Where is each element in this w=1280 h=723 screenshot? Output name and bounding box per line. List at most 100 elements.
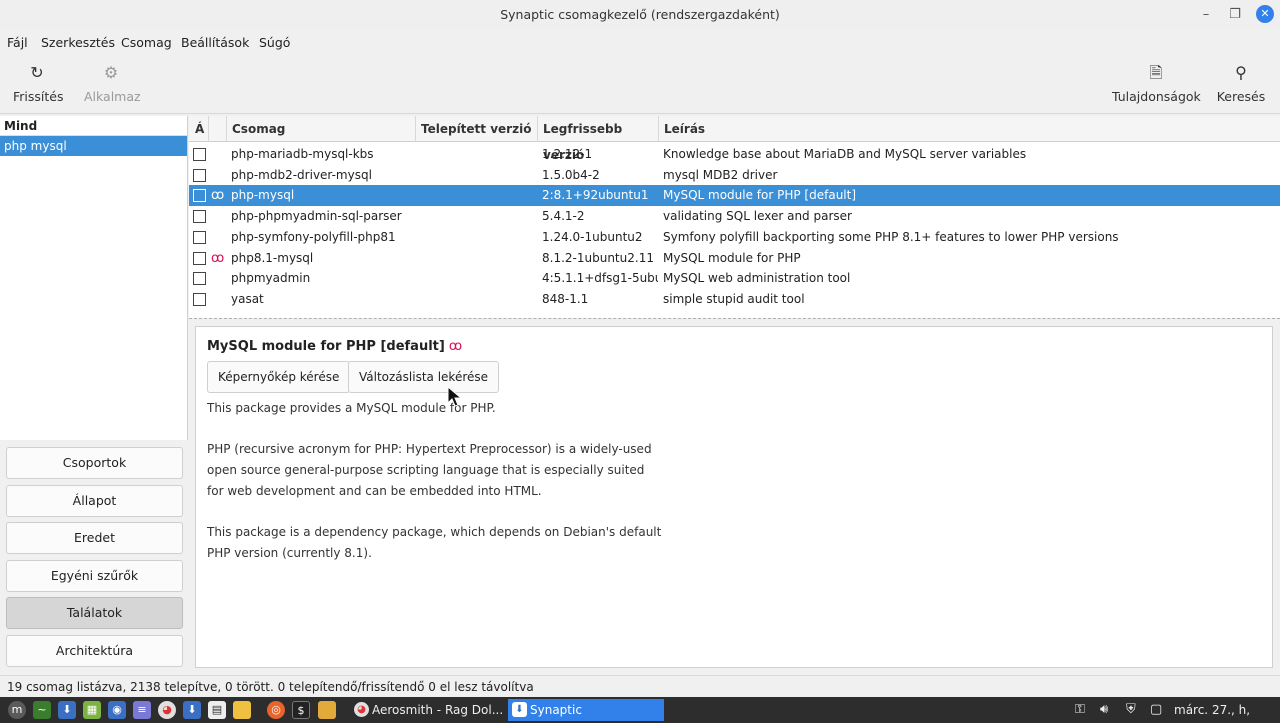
search-label: Keresés (1216, 89, 1266, 104)
menu-package[interactable]: Csomag (121, 35, 172, 50)
folder-icon[interactable] (318, 701, 336, 719)
architecture-button[interactable]: Architektúra (6, 635, 183, 667)
table-row[interactable]: ꝏ php-mysql 2:8.1+92ubuntu1 MySQL module fo… (189, 185, 1280, 207)
debian-swirl-icon: ꝏ (448, 339, 463, 354)
table-row[interactable]: php-mariadb-mysql-kbs 1.2.12-1 Knowledge b… (189, 144, 1280, 165)
package-name: php-mariadb-mysql-kbs (231, 147, 374, 161)
taskbar-window-label: Aerosmith - Rag Dol... (372, 703, 504, 717)
package-name: php8.1-mysql (231, 250, 314, 265)
debian-swirl-icon: ꝏ (211, 188, 225, 204)
screenshot-button[interactable]: Képernyőkép kérése (207, 361, 351, 393)
debian-swirl-icon: ꝏ (211, 250, 225, 266)
table-row[interactable]: ꝏ php8.1-mysql 8.1.2-1ubuntu2.11 MySQL modu… (189, 248, 1280, 269)
latest-version: 4:5.1.1+dfsg1-5ubur (542, 271, 658, 286)
volume-icon[interactable]: 🔊︎ (1100, 697, 1108, 723)
chrome-icon[interactable]: ◕ (158, 701, 176, 719)
menu-settings[interactable]: Beállítások (181, 35, 249, 50)
package-name: php-mysql (231, 188, 295, 203)
table-row[interactable]: php-symfony-polyfill-php81 1.24.0-1ubuntu… (189, 227, 1280, 248)
maximize-icon[interactable]: ❐ (1223, 0, 1247, 30)
details-line: PHP version (currently 8.1). (207, 546, 372, 560)
synaptic-icon[interactable]: ⬇ (183, 701, 201, 719)
status-button[interactable]: Állapot (6, 485, 183, 517)
system-monitor-icon[interactable]: ~ (33, 701, 51, 719)
package-checkbox[interactable] (193, 251, 206, 265)
ubuntu-icon[interactable]: ◎ (267, 701, 285, 719)
close-icon[interactable]: ✕ (1256, 5, 1274, 23)
origin-button[interactable]: Eredet (6, 522, 183, 554)
latest-version: 5.4.1-2 (542, 209, 585, 224)
details-area: MySQL module for PHP [default] ꝏ Képernyő… (189, 318, 1280, 674)
properties-label: Tulajdonságok (1112, 89, 1201, 104)
latest-version: 8.1.2-1ubuntu2.11 (542, 250, 654, 265)
package-checkbox[interactable] (193, 148, 206, 161)
calculator-icon[interactable]: ▦ (83, 701, 101, 719)
clock[interactable]: márc. 27., h, 19.32 (1174, 697, 1280, 723)
search-icon: ⚲ (1235, 63, 1247, 82)
package-checkbox[interactable] (193, 168, 206, 182)
taskbar-window-synaptic[interactable]: ⬇ Synaptic csomagkez... (508, 699, 664, 721)
details-title: MySQL module for PHP [default] ꝏ (207, 339, 462, 354)
search-results-button[interactable]: Találatok (6, 597, 183, 629)
window-title: Synaptic csomagkezelő (rendszergazdaként… (500, 7, 780, 22)
menu-file[interactable]: Fájl (7, 35, 28, 50)
document-viewer-icon[interactable]: ▤ (208, 701, 226, 719)
table-row[interactable]: yasat 848-1.1 simple stupid audit tool (189, 289, 1280, 310)
menu-icon[interactable]: m (8, 701, 26, 719)
properties-button[interactable]: 🗎 Tulajdonságok (1112, 62, 1201, 104)
latest-version: 1.2.12-1 (542, 147, 593, 161)
text-editor-icon[interactable]: ≡ (133, 701, 151, 719)
minimize-icon[interactable]: – (1194, 0, 1218, 30)
package-name: php-symfony-polyfill-php81 (231, 229, 396, 244)
refresh-label: Frissítés (13, 89, 64, 104)
column-installed-version[interactable]: Telepített verzió (416, 116, 538, 142)
terminal-icon[interactable]: $ (292, 701, 310, 719)
menu-help[interactable]: Súgó (259, 35, 290, 50)
package-checkbox[interactable] (193, 230, 206, 244)
details-line: This package is a dependency package, wh… (207, 525, 662, 539)
custom-filters-button[interactable]: Egyéni szűrők (6, 560, 183, 592)
column-package[interactable]: Csomag (227, 116, 416, 142)
package-checkbox[interactable] (193, 292, 206, 306)
table-row[interactable]: php-phpmyadmin-sql-parser 5.4.1-2 validati… (189, 206, 1280, 227)
filter-list-item[interactable]: php mysql (0, 136, 187, 156)
package-table: Á Csomag Telepített verzió Legfrissebb v… (189, 116, 1280, 318)
apply-button[interactable]: ⚙ Alkalmaz (84, 62, 141, 104)
column-latest-version[interactable]: Legfrissebb verzió (538, 116, 659, 162)
table-row[interactable]: phpmyadmin 4:5.1.1+dfsg1-5ubur MySQL web a… (189, 268, 1280, 289)
package-description: mysql MDB2 driver (663, 167, 778, 182)
column-status[interactable]: Á (189, 116, 209, 142)
taskbar-window-label: Synaptic csomagkez... (530, 703, 582, 717)
changelog-button[interactable]: Változáslista lekérése (348, 361, 500, 393)
package-checkbox[interactable] (193, 189, 206, 203)
screenshot-icon[interactable]: ◉ (108, 701, 126, 719)
toolbar: ↻ Frissítés ⚙ Alkalmaz 🗎 Tulajdonságok ⚲… (0, 56, 1280, 114)
package-description: MySQL module for PHP [default] (663, 188, 857, 203)
package-description: Symfony polyfill backporting some PHP 8.… (663, 229, 1119, 244)
key-icon[interactable]: ⚿ (1075, 697, 1085, 723)
notification-icon[interactable]: ▢ (1150, 697, 1162, 723)
package-description: simple stupid audit tool (663, 291, 805, 306)
package-checkbox[interactable] (193, 210, 206, 224)
menu-bar: Fájl Szerkesztés Csomag Beállítások Súgó (0, 30, 1280, 54)
notes-icon[interactable] (233, 701, 251, 719)
column-support[interactable] (209, 116, 227, 142)
document-icon: 🗎 (1149, 63, 1163, 82)
refresh-button[interactable]: ↻ Frissítés (13, 62, 64, 104)
package-description: Knowledge base about MariaDB and MySQL s… (663, 147, 1027, 161)
menu-edit[interactable]: Szerkesztés (41, 35, 115, 50)
package-name: php-phpmyadmin-sql-parser (231, 209, 402, 224)
synaptic-icon: ⬇ (512, 702, 527, 717)
column-description[interactable]: Leírás (659, 116, 1280, 142)
shield-icon[interactable]: ⛨ (1126, 697, 1136, 723)
package-name: yasat (231, 291, 264, 306)
update-manager-icon[interactable]: ⬇ (58, 701, 76, 719)
details-line: for web development and can be embedded … (207, 484, 542, 498)
package-checkbox[interactable] (193, 272, 206, 286)
search-button[interactable]: ⚲ Keresés (1216, 62, 1266, 104)
groups-button[interactable]: Csoportok (6, 447, 183, 479)
package-description: MySQL web administration tool (663, 271, 851, 286)
taskbar-window-browser[interactable]: ◕ Aerosmith - Rag Dol... (350, 699, 507, 721)
table-row[interactable]: php-mdb2-driver-mysql 1.5.0b4-2 mysql MDB2… (189, 165, 1280, 186)
chrome-icon: ◕ (354, 702, 369, 717)
